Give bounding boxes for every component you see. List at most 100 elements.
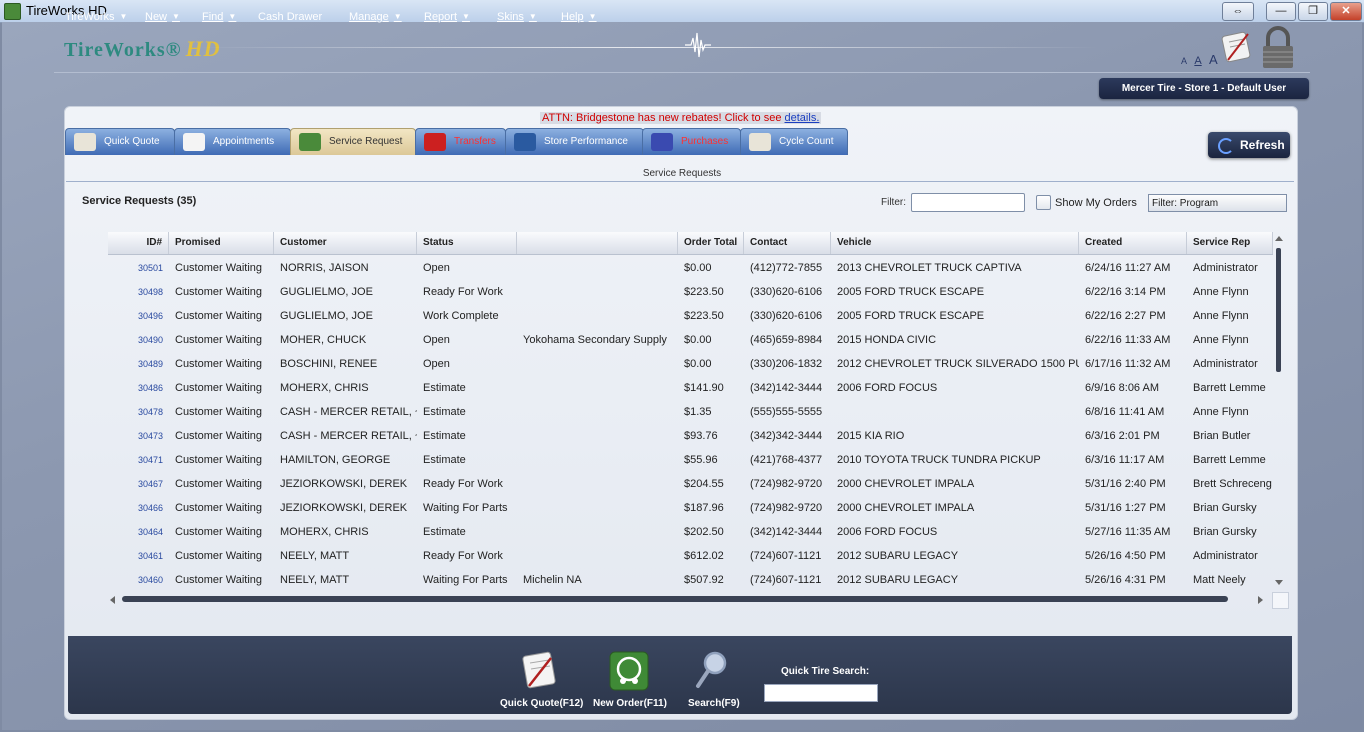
table-row[interactable]: 30490 Customer Waiting MOHER, CHUCK Open Yok… bbox=[108, 328, 1273, 352]
attention-details-link[interactable]: details. bbox=[785, 112, 820, 124]
tab-quick-quote[interactable]: Quick Quote bbox=[65, 128, 175, 155]
minimize-button[interactable]: — bbox=[1266, 2, 1296, 21]
table-cell bbox=[517, 424, 678, 448]
table-cell: 30496 bbox=[137, 311, 163, 321]
maximize-button[interactable]: ❐ bbox=[1298, 2, 1328, 21]
lock-icon[interactable] bbox=[1258, 26, 1298, 70]
close-button[interactable]: ✕ bbox=[1330, 2, 1362, 21]
table-cell: (412)772-7855 bbox=[750, 262, 823, 274]
font-size-large[interactable]: A bbox=[1209, 52, 1218, 67]
menu-item-label: Help bbox=[561, 11, 584, 23]
table-row[interactable]: 30471 Customer Waiting HAMILTON, GEORGE Est… bbox=[108, 448, 1273, 472]
table-row[interactable]: 30478 Customer Waiting CASH - MERCER RETAI… bbox=[108, 400, 1273, 424]
menu-item-new[interactable]: New ▼ bbox=[145, 11, 180, 23]
tab-store-performance-icon bbox=[514, 133, 536, 151]
table-row[interactable]: 30486 Customer Waiting MOHERX, CHRIS Estima… bbox=[108, 376, 1273, 400]
menu-item-cash-drawer[interactable]: Cash Drawer bbox=[258, 11, 322, 23]
table-cell: (724)607-1121 bbox=[750, 574, 822, 586]
menu-item-tireworks[interactable]: TireWorks ▼ bbox=[65, 11, 127, 23]
search-icon[interactable] bbox=[695, 650, 729, 690]
scroll-right-arrow-icon[interactable] bbox=[1258, 596, 1263, 604]
table-cell: 30460 bbox=[137, 575, 163, 585]
horizontal-scrollbar[interactable] bbox=[108, 594, 1272, 606]
column-header[interactable]: ID# bbox=[108, 232, 169, 254]
menu-item-skins[interactable]: Skins ▼ bbox=[497, 11, 537, 23]
menu-item-report[interactable]: Report ▼ bbox=[424, 11, 470, 23]
table-cell: HAMILTON, GEORGE bbox=[280, 454, 391, 466]
table-cell bbox=[831, 400, 1079, 424]
column-header[interactable]: Status bbox=[417, 232, 517, 254]
table-row[interactable]: 30461 Customer Waiting NEELY, MATT Ready Fo… bbox=[108, 544, 1273, 568]
table-cell: 30466 bbox=[137, 503, 163, 513]
column-header[interactable]: Order Total bbox=[678, 232, 744, 254]
horizontal-scroll-thumb[interactable] bbox=[122, 596, 1228, 602]
table-row[interactable]: 30466 Customer Waiting JEZIORKOWSKI, DEREK… bbox=[108, 496, 1273, 520]
column-header[interactable]: Customer bbox=[274, 232, 417, 254]
column-header[interactable]: Promised bbox=[169, 232, 274, 254]
vertical-scroll-thumb[interactable] bbox=[1276, 248, 1281, 372]
new-order-button[interactable]: New Order(F11) bbox=[593, 698, 667, 709]
quick-quote-icon[interactable] bbox=[519, 650, 561, 692]
table-cell: NEELY, MATT bbox=[280, 550, 350, 562]
table-cell bbox=[517, 520, 678, 544]
table-row[interactable]: 30467 Customer Waiting JEZIORKOWSKI, DEREK… bbox=[108, 472, 1273, 496]
menu-item-find[interactable]: Find ▼ bbox=[202, 11, 236, 23]
filter-input[interactable] bbox=[911, 193, 1025, 212]
table-row[interactable]: 30498 Customer Waiting GUGLIELMO, JOE Ready… bbox=[108, 280, 1273, 304]
table-row[interactable]: 30489 Customer Waiting BOSCHINI, RENEE Open… bbox=[108, 352, 1273, 376]
table-cell: Work Complete bbox=[423, 310, 499, 322]
tab-service-request[interactable]: Service Request bbox=[290, 128, 416, 155]
table-cell bbox=[517, 280, 678, 304]
table-cell: 2012 SUBARU LEGACY bbox=[837, 550, 959, 562]
vertical-scrollbar[interactable] bbox=[1273, 232, 1286, 592]
new-order-icon[interactable] bbox=[609, 651, 649, 691]
table-cell: Customer Waiting bbox=[175, 286, 263, 298]
restore-down-button[interactable]: ⇔ bbox=[1222, 2, 1254, 21]
quick-quote-button[interactable]: Quick Quote(F12) bbox=[500, 698, 583, 709]
table-row[interactable]: 30473 Customer Waiting CASH - MERCER RETAI… bbox=[108, 424, 1273, 448]
table-cell: 5/31/16 1:27 PM bbox=[1085, 502, 1166, 514]
grid-header: ID# Promised Customer Status Order Total Cont… bbox=[108, 232, 1273, 255]
search-button[interactable]: Search(F9) bbox=[688, 698, 740, 709]
menu-item-manage[interactable]: Manage ▼ bbox=[349, 11, 402, 23]
tab-transfers[interactable]: Transfers bbox=[415, 128, 506, 155]
scroll-icon[interactable] bbox=[1220, 28, 1254, 66]
font-size-medium[interactable]: A bbox=[1194, 55, 1201, 67]
table-cell: Customer Waiting bbox=[175, 310, 263, 322]
tab-store-performance[interactable]: Store Performance bbox=[505, 128, 644, 155]
column-header[interactable] bbox=[517, 232, 678, 254]
table-cell: $223.50 bbox=[684, 310, 724, 322]
table-cell: 30467 bbox=[137, 479, 163, 489]
scroll-left-arrow-icon[interactable] bbox=[110, 596, 115, 604]
scroll-down-arrow-icon[interactable] bbox=[1275, 580, 1283, 585]
table-cell: (724)607-1121 bbox=[750, 550, 822, 562]
tab-cycle-count[interactable]: Cycle Count bbox=[740, 128, 848, 155]
table-cell: Open bbox=[423, 262, 450, 274]
tab-purchases[interactable]: Purchases bbox=[642, 128, 741, 155]
refresh-button[interactable]: Refresh bbox=[1208, 132, 1290, 158]
column-header[interactable]: Service Rep bbox=[1187, 232, 1273, 254]
table-row[interactable]: 30501 Customer Waiting NORRIS, JAISON Open $… bbox=[108, 256, 1273, 280]
user-store-badge[interactable]: Mercer Tire - Store 1 - Default User bbox=[1099, 78, 1309, 99]
program-filter-select[interactable]: Filter: Program bbox=[1148, 194, 1287, 212]
table-cell: 30473 bbox=[137, 431, 163, 441]
table-cell: Michelin NA bbox=[523, 574, 582, 586]
menu-item-help[interactable]: Help ▼ bbox=[561, 11, 597, 23]
column-header[interactable]: Vehicle bbox=[831, 232, 1079, 254]
table-row[interactable]: 30464 Customer Waiting MOHERX, CHRIS Estima… bbox=[108, 520, 1273, 544]
column-header[interactable]: Contact bbox=[744, 232, 831, 254]
table-cell: 30471 bbox=[137, 455, 163, 465]
table-row[interactable]: 30460 Customer Waiting NEELY, MATT Waiting … bbox=[108, 568, 1273, 592]
table-cell: (330)206-1832 bbox=[750, 358, 823, 370]
chevron-down-icon: ▼ bbox=[528, 12, 537, 21]
show-my-orders-checkbox[interactable] bbox=[1036, 195, 1051, 210]
table-row[interactable]: 30496 Customer Waiting GUGLIELMO, JOE Work … bbox=[108, 304, 1273, 328]
attention-banner: ATTN: Bridgestone has new rebates! Click… bbox=[540, 112, 822, 124]
scroll-up-arrow-icon[interactable] bbox=[1275, 236, 1283, 241]
tab-appointments-icon bbox=[183, 133, 205, 151]
column-header[interactable]: Created bbox=[1079, 232, 1187, 254]
font-size-small[interactable]: A bbox=[1181, 56, 1187, 66]
tab-appointments[interactable]: Appointments bbox=[174, 128, 291, 155]
quick-tire-search-input[interactable] bbox=[764, 684, 878, 702]
table-cell: GUGLIELMO, JOE bbox=[280, 286, 373, 298]
